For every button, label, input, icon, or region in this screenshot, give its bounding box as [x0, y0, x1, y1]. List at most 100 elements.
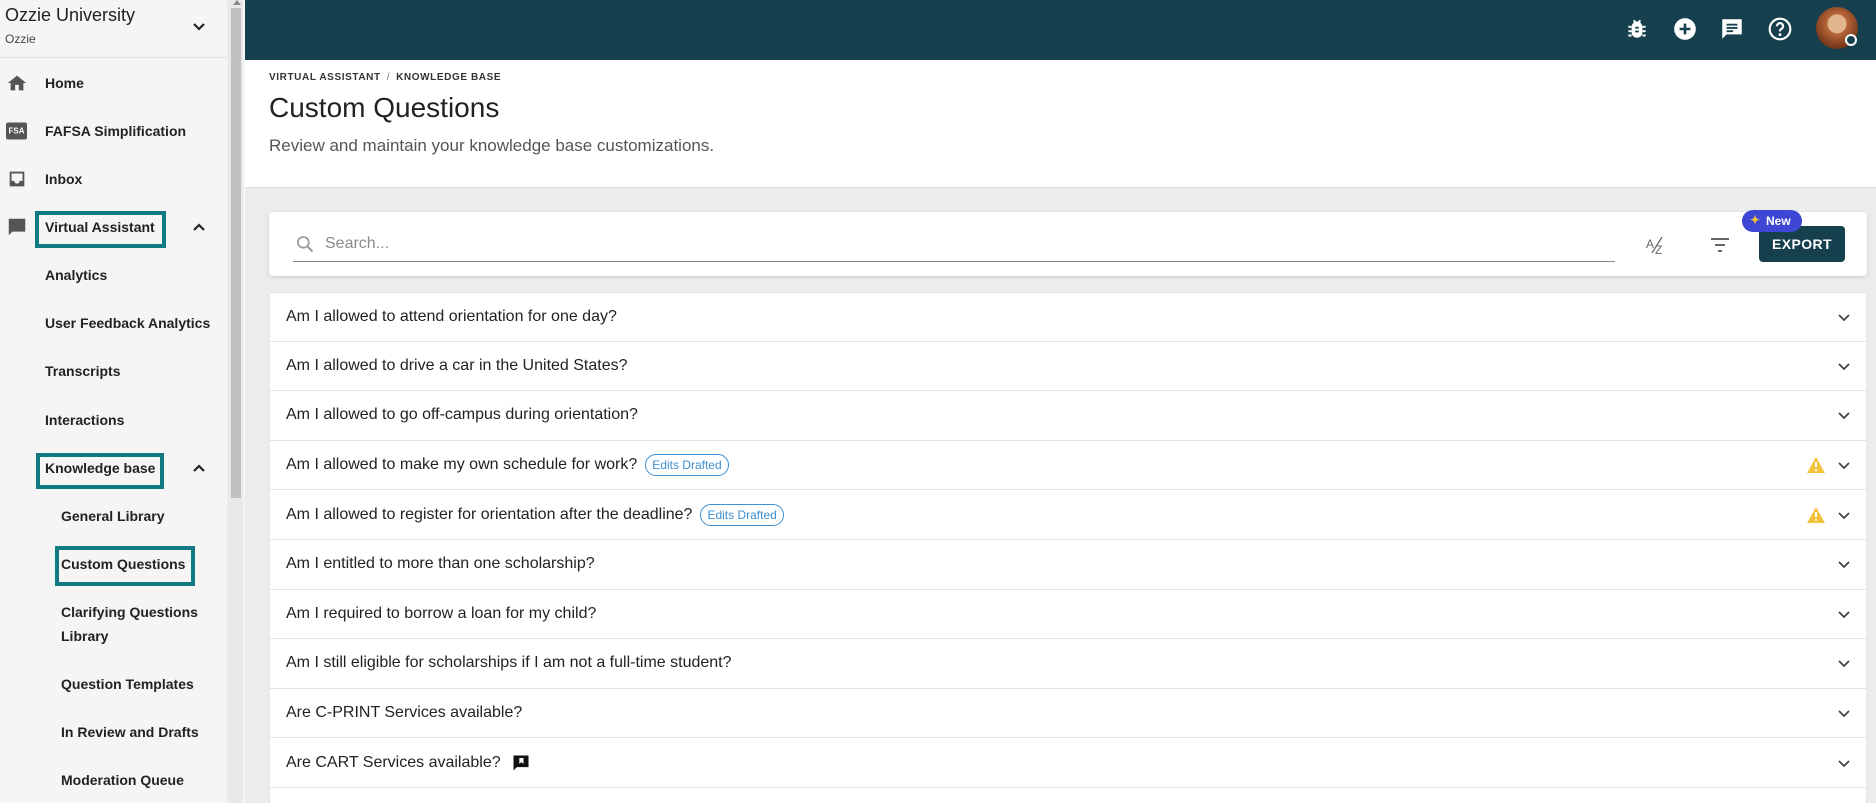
- sidebar-item-label: Clarifying Questions: [61, 604, 198, 620]
- sidebar-item-label: In Review and Drafts: [61, 724, 199, 740]
- question-text: Am I entitled to more than one scholarsh…: [286, 555, 595, 573]
- warning-icon: [1807, 457, 1825, 474]
- question-row[interactable]: Are C-PRINT Services available?: [269, 688, 1867, 739]
- sidebar-item-question-templates[interactable]: Question Templates: [0, 664, 227, 704]
- question-row[interactable]: Am I allowed to register for orientation…: [269, 490, 1867, 540]
- sidebar-item-label: FAFSA Simplification: [45, 123, 187, 139]
- scroll-up-arrow-icon[interactable]: [233, 0, 241, 5]
- svg-text:Z: Z: [1655, 243, 1662, 256]
- sidebar-item-transcripts[interactable]: Transcripts: [0, 351, 227, 391]
- home-icon: [7, 75, 27, 91]
- fsa-icon: FSA: [6, 122, 27, 140]
- search-icon: [297, 236, 314, 253]
- question-row[interactable]: [269, 787, 1867, 803]
- breadcrumb: VIRTUAL ASSISTANT / KNOWLEDGE BASE: [269, 72, 501, 83]
- question-row[interactable]: Am I allowed to make my own schedule for…: [269, 440, 1867, 491]
- chevron-down-icon[interactable]: [1836, 606, 1852, 622]
- question-text: Are CART Services available?: [286, 753, 501, 771]
- page-title: Custom Questions: [269, 92, 500, 123]
- chevron-down-icon[interactable]: [1836, 556, 1852, 572]
- sidebar-item-inbox[interactable]: Inbox: [0, 159, 227, 199]
- breadcrumb-parent[interactable]: VIRTUAL ASSISTANT: [269, 72, 381, 83]
- sidebar-item-interactions[interactable]: Interactions: [0, 400, 227, 440]
- question-text: Am I allowed to make my own schedule for…: [286, 456, 638, 474]
- sidebar-item-user-feedback-analytics[interactable]: User Feedback Analytics: [0, 303, 227, 343]
- chevron-down-icon[interactable]: [1836, 457, 1852, 473]
- chat-icon: [8, 218, 26, 236]
- chevron-up-icon[interactable]: [191, 460, 207, 476]
- sidebar-item-label: Transcripts: [45, 363, 121, 379]
- sidebar: Ozzie University Ozzie Home FSA FAFSA Si…: [0, 0, 227, 803]
- chevron-down-icon[interactable]: [1836, 755, 1852, 771]
- new-badge: ✦ New: [1742, 210, 1802, 232]
- sidebar-item-label: User Feedback Analytics: [45, 315, 211, 331]
- chevron-down-icon[interactable]: [1836, 358, 1852, 374]
- question-row[interactable]: Am I entitled to more than one scholarsh…: [269, 539, 1867, 590]
- org-sub: Ozzie: [5, 32, 36, 46]
- sidebar-item-label: Library: [61, 628, 109, 644]
- sidebar-item-in-review-drafts[interactable]: In Review and Drafts: [0, 712, 227, 752]
- chevron-down-icon[interactable]: [1836, 655, 1852, 671]
- sidebar-item-fafsa[interactable]: FSA FAFSA Simplification: [0, 111, 227, 151]
- question-text-container: Am I allowed to go off-campus during ori…: [286, 406, 638, 424]
- question-row[interactable]: Am I required to borrow a loan for my ch…: [269, 589, 1867, 640]
- sidebar-item-home[interactable]: Home: [0, 63, 227, 103]
- sidebar-item-label: Analytics: [45, 267, 108, 283]
- focus-highlight: [35, 211, 166, 248]
- inbox-icon: [9, 171, 25, 187]
- chevron-down-icon[interactable]: [1836, 507, 1852, 523]
- page-subtitle: Review and maintain your knowledge base …: [269, 136, 715, 155]
- chevron-down-icon[interactable]: [191, 18, 207, 34]
- sidebar-item-label: Home: [45, 75, 84, 91]
- question-text: Am I required to borrow a loan for my ch…: [286, 604, 597, 622]
- sidebar-item-label: Question Templates: [61, 676, 194, 692]
- warning-icon: [1807, 506, 1825, 523]
- question-text-container: Are CART Services available?: [286, 753, 531, 773]
- status-badge: Edits Drafted: [700, 503, 784, 526]
- question-text: Are C-PRINT Services available?: [286, 704, 523, 722]
- search-input[interactable]: [325, 230, 1605, 258]
- chevron-up-icon[interactable]: [191, 219, 207, 235]
- question-row[interactable]: Am I allowed to drive a car in the Unite…: [269, 341, 1867, 392]
- focus-highlight: [36, 453, 164, 489]
- chevron-down-icon[interactable]: [1836, 309, 1852, 325]
- question-row[interactable]: Am I allowed to attend orientation for o…: [269, 292, 1867, 342]
- chevron-down-icon[interactable]: [1836, 407, 1852, 423]
- page-header: VIRTUAL ASSISTANT / KNOWLEDGE BASE Custom …: [245, 60, 1876, 188]
- sidebar-item-label: General Library: [61, 508, 165, 524]
- add-circle-icon[interactable]: [1672, 16, 1698, 42]
- sidebar-item-analytics[interactable]: Analytics: [0, 255, 227, 295]
- org-switcher[interactable]: Ozzie University Ozzie: [0, 0, 227, 58]
- question-text-container: Am I allowed to make my own schedule for…: [286, 454, 729, 477]
- sidebar-item-general-library[interactable]: General Library: [0, 496, 227, 536]
- sort-alphabetical-icon[interactable]: A Z: [1645, 234, 1669, 256]
- question-text-container: Am I allowed to register for orientation…: [286, 503, 784, 526]
- sidebar-item-clarifying-questions-library[interactable]: Clarifying Questions Library: [0, 592, 227, 656]
- sparkle-icon: ✦: [1750, 213, 1761, 227]
- question-text-container: Am I allowed to drive a car in the Unite…: [286, 357, 628, 375]
- help-icon[interactable]: [1767, 16, 1793, 42]
- sidebar-scroll-thumb[interactable]: [231, 8, 241, 498]
- sidebar-item-moderation-queue[interactable]: Moderation Queue: [0, 760, 227, 800]
- org-name: Ozzie University: [5, 5, 136, 25]
- status-badge: Edits Drafted: [645, 454, 729, 477]
- bug-icon[interactable]: [1624, 16, 1650, 42]
- question-row[interactable]: Am I still eligible for scholarships if …: [269, 639, 1867, 689]
- question-text: Am I allowed to attend orientation for o…: [286, 307, 617, 325]
- filter-icon[interactable]: [1709, 236, 1731, 254]
- question-row[interactable]: Am I allowed to go off-campus during ori…: [269, 391, 1867, 441]
- sidebar-item-label: Moderation Queue: [61, 772, 184, 788]
- question-text-container: Am I required to borrow a loan for my ch…: [286, 605, 596, 623]
- comment-flag-icon: [513, 755, 529, 771]
- feedback-icon[interactable]: [1719, 16, 1745, 42]
- chevron-down-icon[interactable]: [1836, 705, 1852, 721]
- questions-list: Am I allowed to attend orientation for o…: [269, 292, 1867, 803]
- search-underline: [293, 261, 1615, 262]
- question-row[interactable]: Are CART Services available?: [269, 738, 1867, 788]
- new-badge-label: New: [1766, 214, 1791, 228]
- breadcrumb-current: KNOWLEDGE BASE: [396, 72, 502, 83]
- status-indicator: [1845, 34, 1857, 46]
- question-text-container: Are C-PRINT Services available?: [286, 704, 522, 722]
- sidebar-item-label: Interactions: [45, 412, 125, 428]
- focus-highlight: [55, 546, 195, 586]
